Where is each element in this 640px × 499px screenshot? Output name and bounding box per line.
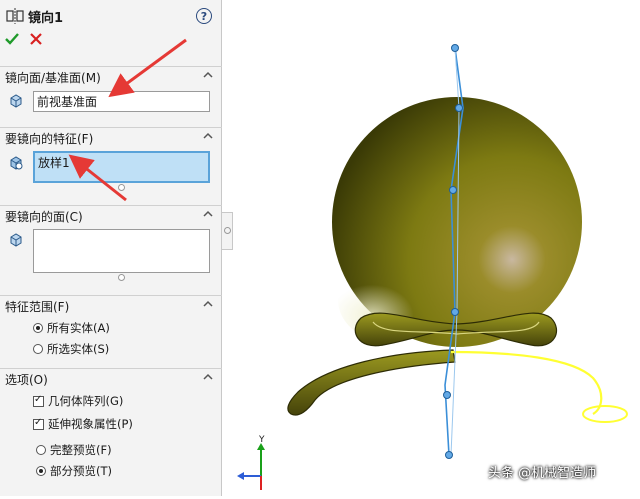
radio-selected-bodies[interactable]: 所选实体(S) — [33, 341, 109, 357]
annotation-arrows — [0, 0, 240, 220]
resize-grip[interactable] — [118, 274, 125, 281]
triad-z-arrow — [237, 472, 244, 480]
model-canvas[interactable]: Y Z — [233, 0, 640, 496]
faces-list-box[interactable] — [33, 229, 210, 273]
axis-point[interactable] — [456, 105, 463, 112]
chevron-up-icon[interactable] — [202, 298, 214, 310]
radio-label: 所选实体(S) — [47, 341, 109, 357]
section-scope[interactable]: 特征范围(F) — [0, 295, 222, 314]
radio-indicator[interactable] — [36, 445, 46, 455]
radio-label: 所有实体(A) — [47, 320, 110, 336]
radio-partial-preview[interactable]: 部分预览(T) — [36, 463, 112, 479]
section-label: 选项(O) — [5, 371, 48, 388]
triad-y-label: Y — [258, 435, 265, 445]
radio-indicator[interactable] — [33, 344, 43, 354]
checkbox-indicator[interactable] — [33, 419, 44, 430]
chevron-up-icon[interactable] — [202, 371, 214, 383]
arrow-to-mirror-face — [118, 40, 186, 90]
graphics-viewport[interactable]: Y Z — [233, 0, 640, 496]
radio-label: 完整预览(F) — [50, 442, 112, 458]
watermark-text: 头条 @机械智造师 — [488, 462, 596, 481]
radio-full-preview[interactable]: 完整预览(F) — [36, 442, 112, 458]
radio-all-bodies[interactable]: 所有实体(A) — [33, 320, 110, 336]
handle-dot — [224, 227, 231, 234]
radio-label: 部分预览(T) — [50, 463, 112, 479]
loft-arm[interactable] — [288, 350, 455, 415]
profile-sketch — [583, 406, 627, 422]
checkbox-indicator[interactable] — [33, 396, 44, 407]
checkbox-label: 几何体阵列(G) — [48, 393, 123, 409]
checkbox-label: 延伸视象属性(P) — [48, 416, 133, 432]
axis-point[interactable] — [444, 392, 451, 399]
face-cube-icon — [8, 232, 24, 248]
section-options[interactable]: 选项(O) — [0, 368, 222, 387]
axis-point[interactable] — [452, 309, 459, 316]
sweep-path-sketch — [451, 352, 601, 414]
checkbox-propagate-visual[interactable]: 延伸视象属性(P) — [33, 416, 133, 432]
section-label: 特征范围(F) — [5, 298, 69, 315]
checkbox-geometry-pattern[interactable]: 几何体阵列(G) — [33, 393, 123, 409]
axis-point[interactable] — [446, 452, 453, 459]
radio-indicator[interactable] — [33, 323, 43, 333]
axis-point[interactable] — [452, 45, 459, 52]
radio-indicator[interactable] — [36, 466, 46, 476]
axis-point[interactable] — [450, 187, 457, 194]
arrow-to-features — [78, 162, 126, 200]
